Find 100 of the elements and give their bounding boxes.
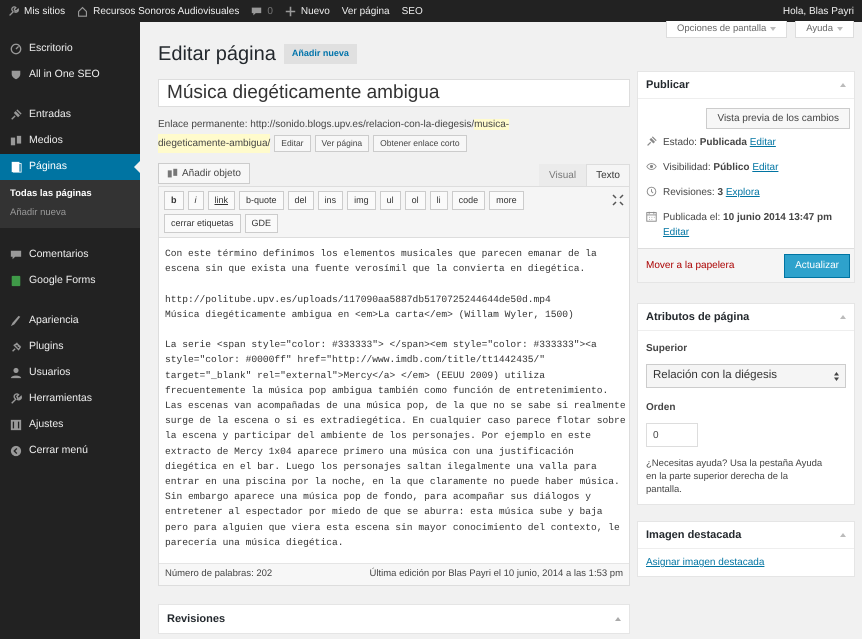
quicktag-button[interactable]: cerrar etiquetas [164, 214, 241, 233]
submenu-item[interactable]: Todas las páginas [0, 185, 140, 204]
comment-count[interactable]: 0 [267, 4, 273, 18]
shield-icon [10, 69, 22, 81]
quicktag-button[interactable]: ol [404, 191, 426, 210]
publish-status-text: Revisiones: 3 Explora [663, 186, 760, 200]
media-icon [167, 168, 178, 179]
text-line: pero para alguien que viera esta escena sin mayor conocimiento del contexto, le [165, 520, 621, 535]
submenu-item[interactable]: Añadir nueva [0, 204, 140, 223]
add-media-button[interactable]: Añadir objeto [158, 163, 250, 184]
edit-link[interactable]: Editar [663, 227, 690, 238]
admin-bar-link[interactable]: Nuevo [300, 4, 330, 18]
text-line: Las escenas van acompañadas de una música pop, de la que no se sabe si realmente [165, 399, 623, 413]
quicktag-button[interactable]: del [288, 191, 314, 210]
quicktag-button[interactable]: link [208, 191, 236, 210]
quicktag-button[interactable]: b-quote [239, 191, 284, 210]
panel-title: Revisiones [167, 612, 226, 627]
collapse-arrow-icon[interactable] [840, 315, 846, 319]
pushpin-icon [10, 109, 22, 121]
panel-title: Atributos de página [646, 310, 750, 325]
set-featured-image-link[interactable]: Asignar imagen destacada [638, 549, 854, 576]
screen-tab[interactable]: Ayuda [795, 21, 854, 38]
collapse-arrow-icon[interactable] [840, 83, 846, 87]
permalink-slug: diegeticamente-ambigua/ [158, 134, 270, 153]
dropdown-arrow-icon [770, 27, 776, 31]
speech-bubble-icon [251, 6, 262, 16]
quicktag-button[interactable]: li [430, 191, 448, 210]
quicktag-button[interactable]: b [164, 191, 184, 210]
order-field[interactable]: 0 [646, 423, 698, 447]
preview-button[interactable]: Vista previa de los cambios [706, 108, 850, 129]
edit-link[interactable]: Explora [726, 187, 760, 198]
user-icon [10, 367, 22, 379]
wrench-icon [10, 393, 22, 405]
permalink-button[interactable]: Editar [274, 135, 311, 152]
parent-select[interactable]: Relación con la diégesis [646, 364, 846, 388]
page-heading: Editar página [158, 42, 276, 67]
sidebar-item[interactable]: Apariencia [0, 308, 140, 334]
text-line: entrar en una piscina por la noche, en la que claramente no puede haber música. [165, 475, 621, 490]
sidebar-item[interactable]: All in One SEO [0, 62, 140, 88]
media-icon [10, 135, 22, 147]
edit-link[interactable]: Editar [750, 137, 776, 148]
sidebar-item[interactable]: Escritorio [0, 36, 140, 62]
quicktag-button[interactable]: i [188, 191, 204, 210]
admin-bar-link[interactable]: Ver página [342, 4, 390, 18]
sidebar-item[interactable]: Herramientas [0, 386, 140, 412]
text-line: parecería una música diegética. [165, 536, 344, 550]
field-label: Superior [646, 342, 688, 356]
quicktag-button[interactable]: code [452, 191, 486, 210]
admin-bar-link[interactable]: SEO [402, 4, 423, 18]
sidebar-item[interactable]: Entradas [0, 102, 140, 128]
admin-bar-link[interactable]: Recursos Sonoros Audiovisuales [93, 4, 240, 18]
sidebar-item[interactable]: Cerrar menú [0, 438, 140, 464]
sidebar-item[interactable]: Páginas [0, 154, 140, 180]
word-count: Número de palabras: 202 [165, 567, 272, 582]
quicktag-button[interactable]: more [489, 191, 524, 210]
text-line: frecuentemente la música pop ambigua también como función de entretenimiento. [165, 384, 610, 398]
field-label: Orden [646, 401, 676, 415]
quicktag-button[interactable]: ins [318, 191, 344, 210]
admin-bar-link[interactable]: Mis sitios [24, 4, 66, 18]
title-field[interactable]: Música diegéticamente ambigua [158, 79, 630, 107]
permalink-button[interactable]: Ver página [314, 135, 370, 152]
editor-tab[interactable]: Texto [586, 164, 630, 186]
collapse-icon [10, 445, 22, 457]
sidebar-item[interactable]: Plugins [0, 334, 140, 360]
permalink-text: Enlace permanente: http://sonido.blogs.upv.es/relacion-con-la-diegesis/musica- [158, 118, 510, 132]
house-icon [77, 6, 88, 16]
speech-bubble-icon [10, 249, 22, 261]
collapse-arrow-icon[interactable] [840, 533, 846, 537]
pushpin-icon [646, 136, 657, 147]
sidebar-item[interactable]: Usuarios [0, 360, 140, 386]
text-line: target="_blank" rel="external">Mercy</a> </em> (EEUU 2009) utiliza [165, 368, 546, 383]
quicktag-button[interactable]: ul [380, 191, 401, 210]
greeting-link[interactable]: Hola, Blas Payri [782, 4, 854, 18]
screen-tab[interactable]: Opciones de pantalla [666, 21, 788, 38]
text-line: http://politube.upv.es/uploads/117090aa5887db5170725244644de50d.mp4 [165, 292, 552, 307]
publish-status-text: Estado: Publicada Editar [663, 136, 776, 150]
quicktag-button[interactable]: img [347, 191, 376, 210]
sidebar-item[interactable]: Google Forms [0, 268, 140, 294]
text-line: surge de la escena o si es extradiegética. En cualquier caso parece flotar sobre [165, 414, 623, 428]
collapse-arrow-icon[interactable] [615, 617, 621, 621]
text-line: La serie <span style="color: #333333"> </span><em style="color: #333333"><a [165, 338, 598, 352]
plus-icon [284, 6, 296, 16]
current-arrow-icon [134, 161, 140, 173]
permalink-button[interactable]: Obtener enlace corto [373, 135, 467, 152]
sidebar-item[interactable]: Medios [0, 128, 140, 154]
clock-icon [646, 186, 657, 197]
text-line: style="color: #0000ff" href="http://www.imdb.com/title/tt1442435/" [165, 353, 546, 368]
help-text: ¿Necesitas ayuda? Usa la pestaña Ayuda en la parte superior derecha de la pantalla. [646, 457, 824, 496]
edit-link[interactable]: Editar [752, 162, 778, 173]
page-icon [10, 161, 22, 173]
editor-tab[interactable]: Visual [539, 164, 586, 186]
trash-link[interactable]: Mover a la papelera [646, 258, 734, 273]
fullscreen-icon[interactable] [612, 194, 624, 206]
calendar-icon [646, 211, 657, 222]
sidebar-item[interactable]: Ajustes [0, 412, 140, 438]
add-new-button[interactable]: Añadir nueva [284, 44, 357, 64]
quicktag-button[interactable]: GDE [244, 214, 278, 233]
brush-icon [10, 315, 22, 327]
publish-status-text: Publicada el: 10 junio 2014 13:47 pm Editar [663, 211, 833, 240]
sidebar-item[interactable]: Comentarios [0, 242, 140, 268]
